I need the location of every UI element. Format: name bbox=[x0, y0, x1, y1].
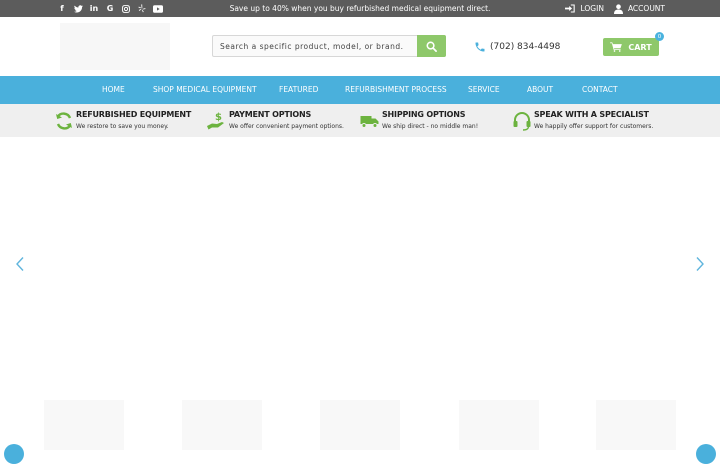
nav-item-contact[interactable]: CONTACT bbox=[582, 76, 618, 104]
twitter-icon[interactable] bbox=[73, 0, 83, 17]
account-links: LOGIN ACCOUNT bbox=[565, 0, 665, 17]
account-label: ACCOUNT bbox=[627, 4, 665, 13]
carousel-next-button[interactable] bbox=[696, 444, 716, 464]
login-label: LOGIN bbox=[580, 4, 604, 13]
slider-prev-arrow[interactable] bbox=[14, 256, 26, 272]
nav-item-about[interactable]: ABOUT bbox=[527, 76, 553, 104]
dollar-hand-icon: $ bbox=[207, 112, 224, 130]
search-input[interactable] bbox=[213, 36, 418, 56]
cart-icon bbox=[610, 42, 623, 52]
login-link[interactable]: LOGIN bbox=[565, 4, 604, 13]
phone-link[interactable]: (702) 834-4498 bbox=[474, 40, 560, 54]
feature-title: REFURBISHED EQUIPMENT bbox=[76, 110, 192, 119]
google-icon[interactable]: G bbox=[105, 0, 115, 17]
linkedin-icon[interactable]: in bbox=[89, 0, 99, 17]
cart-label: CART bbox=[628, 42, 652, 52]
feature-subtitle: We ship direct - no middle man! bbox=[382, 123, 479, 130]
search-form bbox=[212, 35, 446, 57]
svg-text:$: $ bbox=[215, 112, 222, 123]
carousel-prev-button[interactable] bbox=[4, 444, 24, 464]
truck-icon bbox=[360, 116, 379, 128]
cart-count-badge: 0 bbox=[655, 32, 664, 41]
phone-number: (702) 834-4498 bbox=[490, 42, 561, 52]
social-links: f in G bbox=[57, 0, 163, 17]
feature-subtitle: We happily offer support for customers. bbox=[534, 123, 654, 130]
instagram-icon[interactable] bbox=[121, 0, 131, 17]
product-tile[interactable] bbox=[459, 400, 539, 450]
product-tile[interactable] bbox=[596, 400, 676, 450]
product-tile[interactable] bbox=[182, 400, 262, 450]
feature-title: SPEAK WITH A SPECIALIST bbox=[534, 110, 649, 119]
feature-title: SHIPPING OPTIONS bbox=[382, 110, 466, 119]
product-tile[interactable] bbox=[320, 400, 400, 450]
cart-button[interactable]: CART bbox=[603, 38, 659, 56]
main-nav: HOME SHOP MEDICAL EQUIPMENT FEATURED REF… bbox=[0, 76, 720, 104]
feature-title: PAYMENT OPTIONS bbox=[229, 110, 312, 119]
youtube-icon[interactable] bbox=[153, 0, 163, 17]
top-bar: Save up to 40% when you buy refurbished … bbox=[0, 0, 720, 17]
headset-icon bbox=[513, 112, 531, 131]
product-tile[interactable] bbox=[44, 400, 124, 450]
refresh-icon bbox=[56, 112, 72, 130]
account-link[interactable]: ACCOUNT bbox=[613, 3, 665, 14]
feature-subtitle: We restore to save you money. bbox=[76, 123, 169, 130]
login-icon bbox=[565, 4, 576, 13]
nav-item-refurbishment-process[interactable]: REFURBISHMENT PROCESS bbox=[345, 76, 447, 104]
nav-item-service[interactable]: SERVICE bbox=[468, 76, 500, 104]
phone-icon bbox=[475, 42, 485, 52]
search-icon bbox=[426, 41, 437, 52]
search-button[interactable] bbox=[417, 35, 446, 57]
slider-next-arrow[interactable] bbox=[694, 256, 706, 272]
yelp-icon[interactable] bbox=[137, 0, 147, 17]
nav-item-featured[interactable]: FEATURED bbox=[279, 76, 318, 104]
facebook-icon[interactable]: f bbox=[57, 0, 67, 17]
site-header: (702) 834-4498 CART 0 bbox=[0, 17, 720, 76]
feature-subtitle: We offer convenient payment options. bbox=[229, 123, 344, 130]
user-icon bbox=[613, 3, 623, 14]
site-logo[interactable] bbox=[60, 23, 170, 70]
feature-bar: REFURBISHED EQUIPMENT We restore to save… bbox=[0, 104, 720, 137]
nav-item-shop-medical-equipment[interactable]: SHOP MEDICAL EQUIPMENT bbox=[153, 76, 257, 104]
nav-item-home[interactable]: HOME bbox=[102, 76, 125, 104]
